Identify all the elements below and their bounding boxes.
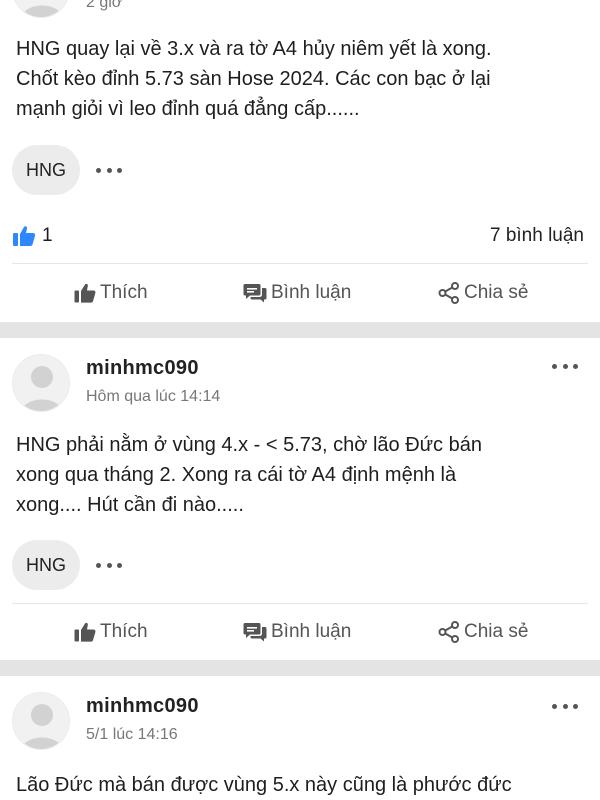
tag-more-icon[interactable]	[96, 165, 122, 175]
comment-button[interactable]: Bình luận	[243, 282, 351, 304]
default-avatar-icon	[13, 355, 69, 411]
action-bar: Thích Bình luận Chia sẻ	[0, 273, 600, 313]
comment-count[interactable]: 7 bình luận	[490, 225, 584, 247]
action-bar: Thích Bình luận Chia sẻ	[0, 612, 600, 652]
avatar[interactable]	[12, 692, 70, 750]
default-avatar-icon	[13, 693, 69, 749]
more-options-icon[interactable]	[552, 701, 578, 711]
thumbs-up-icon	[74, 283, 96, 303]
username[interactable]: minhmc090	[86, 357, 199, 380]
avatar[interactable]	[12, 0, 70, 18]
comment-button[interactable]: Bình luận	[243, 621, 351, 643]
post-content: HNG quay lại về 3.x và ra tờ A4 hủy niêm…	[16, 38, 492, 120]
comment-icon	[243, 284, 267, 303]
post-1: 2 giờ HNG quay lại về 3.x và ra tờ A4 hủ…	[0, 0, 600, 322]
stock-tag[interactable]: HNG	[12, 145, 80, 195]
like-button[interactable]: Thích	[74, 282, 148, 304]
share-label: Chia sẻ	[464, 282, 529, 303]
avatar[interactable]	[12, 354, 70, 412]
share-icon	[438, 282, 459, 304]
post-timestamp: Hôm qua lúc 14:14	[86, 388, 221, 405]
thumbs-up-icon	[74, 622, 96, 642]
post-stats: 1 7 bình luận	[12, 221, 584, 251]
tag-more-icon[interactable]	[96, 560, 122, 570]
thumbs-up-filled-icon	[13, 226, 36, 246]
share-icon	[438, 621, 459, 643]
post-separator	[0, 322, 600, 338]
divider	[12, 263, 588, 264]
tag-row: HNG	[12, 145, 122, 195]
comment-label: Bình luận	[271, 282, 352, 303]
post-content: HNG phải nằm ở vùng 4.x - < 5.73, chờ lã…	[16, 434, 482, 516]
like-button[interactable]: Thích	[74, 621, 148, 643]
like-count[interactable]: 1	[12, 225, 53, 247]
share-label: Chia sẻ	[464, 621, 529, 642]
like-label: Thích	[100, 282, 148, 303]
like-count-value: 1	[42, 225, 53, 246]
comment-label: Bình luận	[271, 621, 352, 642]
stock-tag[interactable]: HNG	[12, 540, 80, 590]
share-button[interactable]: Chia sẻ	[438, 621, 528, 643]
username[interactable]: minhmc090	[86, 695, 199, 718]
more-options-icon[interactable]	[552, 361, 578, 371]
post-content: Lão Đức mà bán được vùng 5.x này cũng là…	[16, 774, 512, 796]
post-timestamp: 5/1 lúc 14:16	[86, 726, 178, 743]
share-button[interactable]: Chia sẻ	[438, 282, 528, 304]
post-3: minhmc090 5/1 lúc 14:16 Lão Đức mà bán đ…	[0, 676, 600, 800]
post-separator	[0, 660, 600, 676]
tag-row: HNG	[12, 540, 122, 590]
comment-icon	[243, 623, 267, 642]
like-label: Thích	[100, 621, 148, 642]
post-timestamp: 2 giờ	[86, 0, 123, 11]
default-avatar-icon	[13, 0, 69, 17]
post-2: minhmc090 Hôm qua lúc 14:14 HNG phải nằm…	[0, 338, 600, 660]
divider	[12, 603, 588, 604]
